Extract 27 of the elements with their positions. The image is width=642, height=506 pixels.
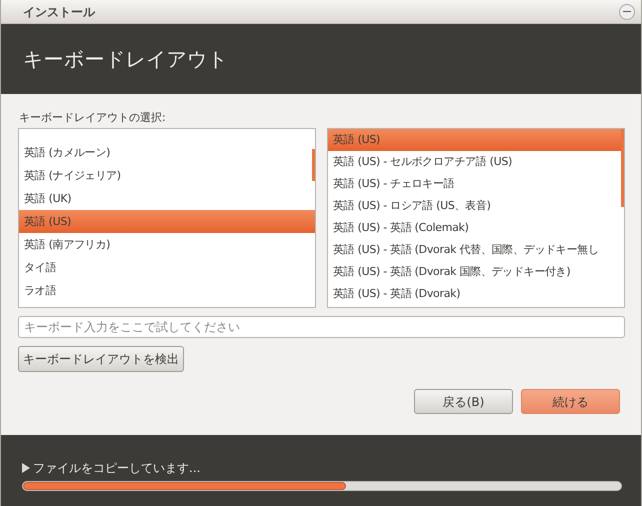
list-item[interactable]: 英語 (US) <box>328 129 624 151</box>
list-item[interactable]: 英語 (US) - 英語 (Dvorak 代替、国際、デッドキー無し <box>328 239 624 261</box>
list-item[interactable]: 英語 (US) - ロシア語 (US、表音) <box>328 195 624 217</box>
detect-button[interactable]: キーボードレイアウトを検出 <box>18 346 184 372</box>
window-title: インストール <box>23 4 95 20</box>
scrollbar-thumb[interactable] <box>621 129 624 207</box>
expander-icon[interactable] <box>22 463 30 473</box>
list-item[interactable]: 英語 (US) - 英語 (Colemak) <box>328 217 624 239</box>
scrollbar-thumb[interactable] <box>312 149 315 181</box>
list-item[interactable]: 英語 (US) - チェロキー語 <box>328 173 624 195</box>
page-title: キーボードレイアウト <box>23 46 228 73</box>
list-item[interactable]: 英語 (ナイジェリア) <box>19 164 315 187</box>
back-button[interactable]: 戻る(B) <box>414 389 513 414</box>
list-item[interactable]: 英語 (UK) <box>19 187 315 210</box>
section-label: キーボードレイアウトの選択: <box>18 110 167 126</box>
list-item[interactable]: ラオ語 <box>19 279 315 302</box>
list-item[interactable]: 英語 (南アフリカ) <box>19 233 315 256</box>
list-item[interactable]: 英語 (US) - セルボクロアチア語 (US) <box>328 151 624 173</box>
list-item[interactable]: 英語 (US) - 英語 (Dvorak) <box>328 283 624 305</box>
list-item[interactable]: 英語 (US) - 英語 (Dvorak 国際、デッドキー付き) <box>328 261 624 283</box>
minimize-icon[interactable] <box>619 4 635 20</box>
list-item[interactable]: タイ語 <box>19 256 315 279</box>
list-item[interactable]: 英語 (カメルーン) <box>19 141 315 164</box>
input-field[interactable]: キーボード入力をここで試してください <box>18 316 625 338</box>
progress-label: ファイルをコピーしています... <box>33 460 200 477</box>
continue-button[interactable]: 続ける <box>521 389 620 414</box>
list-item[interactable]: 英語 (US) <box>19 210 315 233</box>
